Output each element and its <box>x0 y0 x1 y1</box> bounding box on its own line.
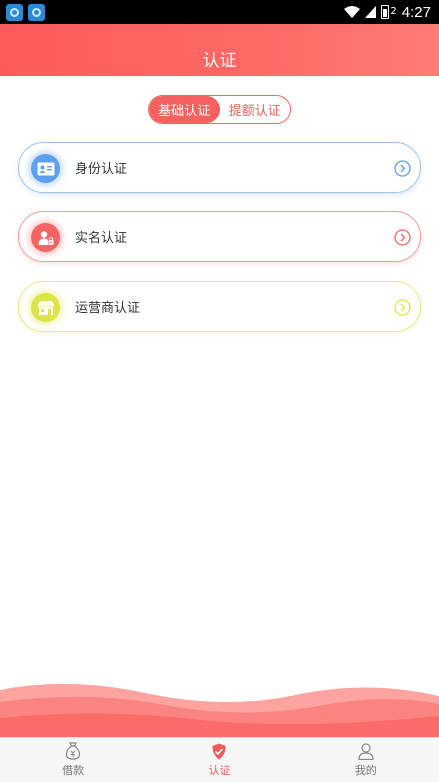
tab-basic-verification[interactable]: 基础认证 <box>149 96 220 123</box>
segment-control: 基础认证 提额认证 <box>148 95 291 124</box>
battery-icon <box>381 5 390 19</box>
tab-label: 借款 <box>62 764 85 777</box>
money-bag-icon <box>66 742 81 760</box>
tab-mine[interactable]: 我的 <box>293 738 439 782</box>
identity-verification-card[interactable]: 身份认证 <box>18 142 421 193</box>
clock: 4:27 <box>401 3 431 21</box>
id-card-icon <box>31 154 60 183</box>
tab-verification[interactable]: 认证 <box>146 738 292 782</box>
status-bar: 2 4:27 <box>0 0 439 24</box>
chevron-right-icon <box>394 229 411 246</box>
page-title: 认证 <box>202 50 237 71</box>
chevron-right-icon <box>394 299 411 316</box>
store-icon <box>31 293 60 322</box>
tab-loan[interactable]: 借款 <box>0 738 146 782</box>
app-notification-icon <box>28 3 45 21</box>
wifi-icon <box>344 5 361 18</box>
real-name-verification-card[interactable]: 实名认证 <box>18 211 421 262</box>
tab-label: 认证 <box>208 763 231 777</box>
card-label: 身份认证 <box>75 162 128 177</box>
user-lock-icon <box>31 223 60 252</box>
tab-limit-increase-verification[interactable]: 提额认证 <box>220 96 291 123</box>
wave-decoration <box>0 683 439 738</box>
card-label: 运营商认证 <box>75 301 141 316</box>
battery-level: 2 <box>390 5 397 17</box>
app-notification-icon <box>6 3 23 21</box>
tab-label: 我的 <box>354 763 377 777</box>
person-icon <box>358 742 374 760</box>
chevron-right-icon <box>394 160 411 177</box>
card-label: 实名认证 <box>75 231 128 246</box>
screen: 2 4:27 认证 基础认证 提额认证 身份认证 实名认证 运营商认证 借款 认… <box>0 0 439 782</box>
bottom-tab-bar: 借款 认证 我的 <box>0 737 439 782</box>
header: 认证 <box>0 24 439 76</box>
signal-icon <box>365 6 377 18</box>
carrier-verification-card[interactable]: 运营商认证 <box>18 281 421 332</box>
shield-check-icon <box>212 743 227 759</box>
